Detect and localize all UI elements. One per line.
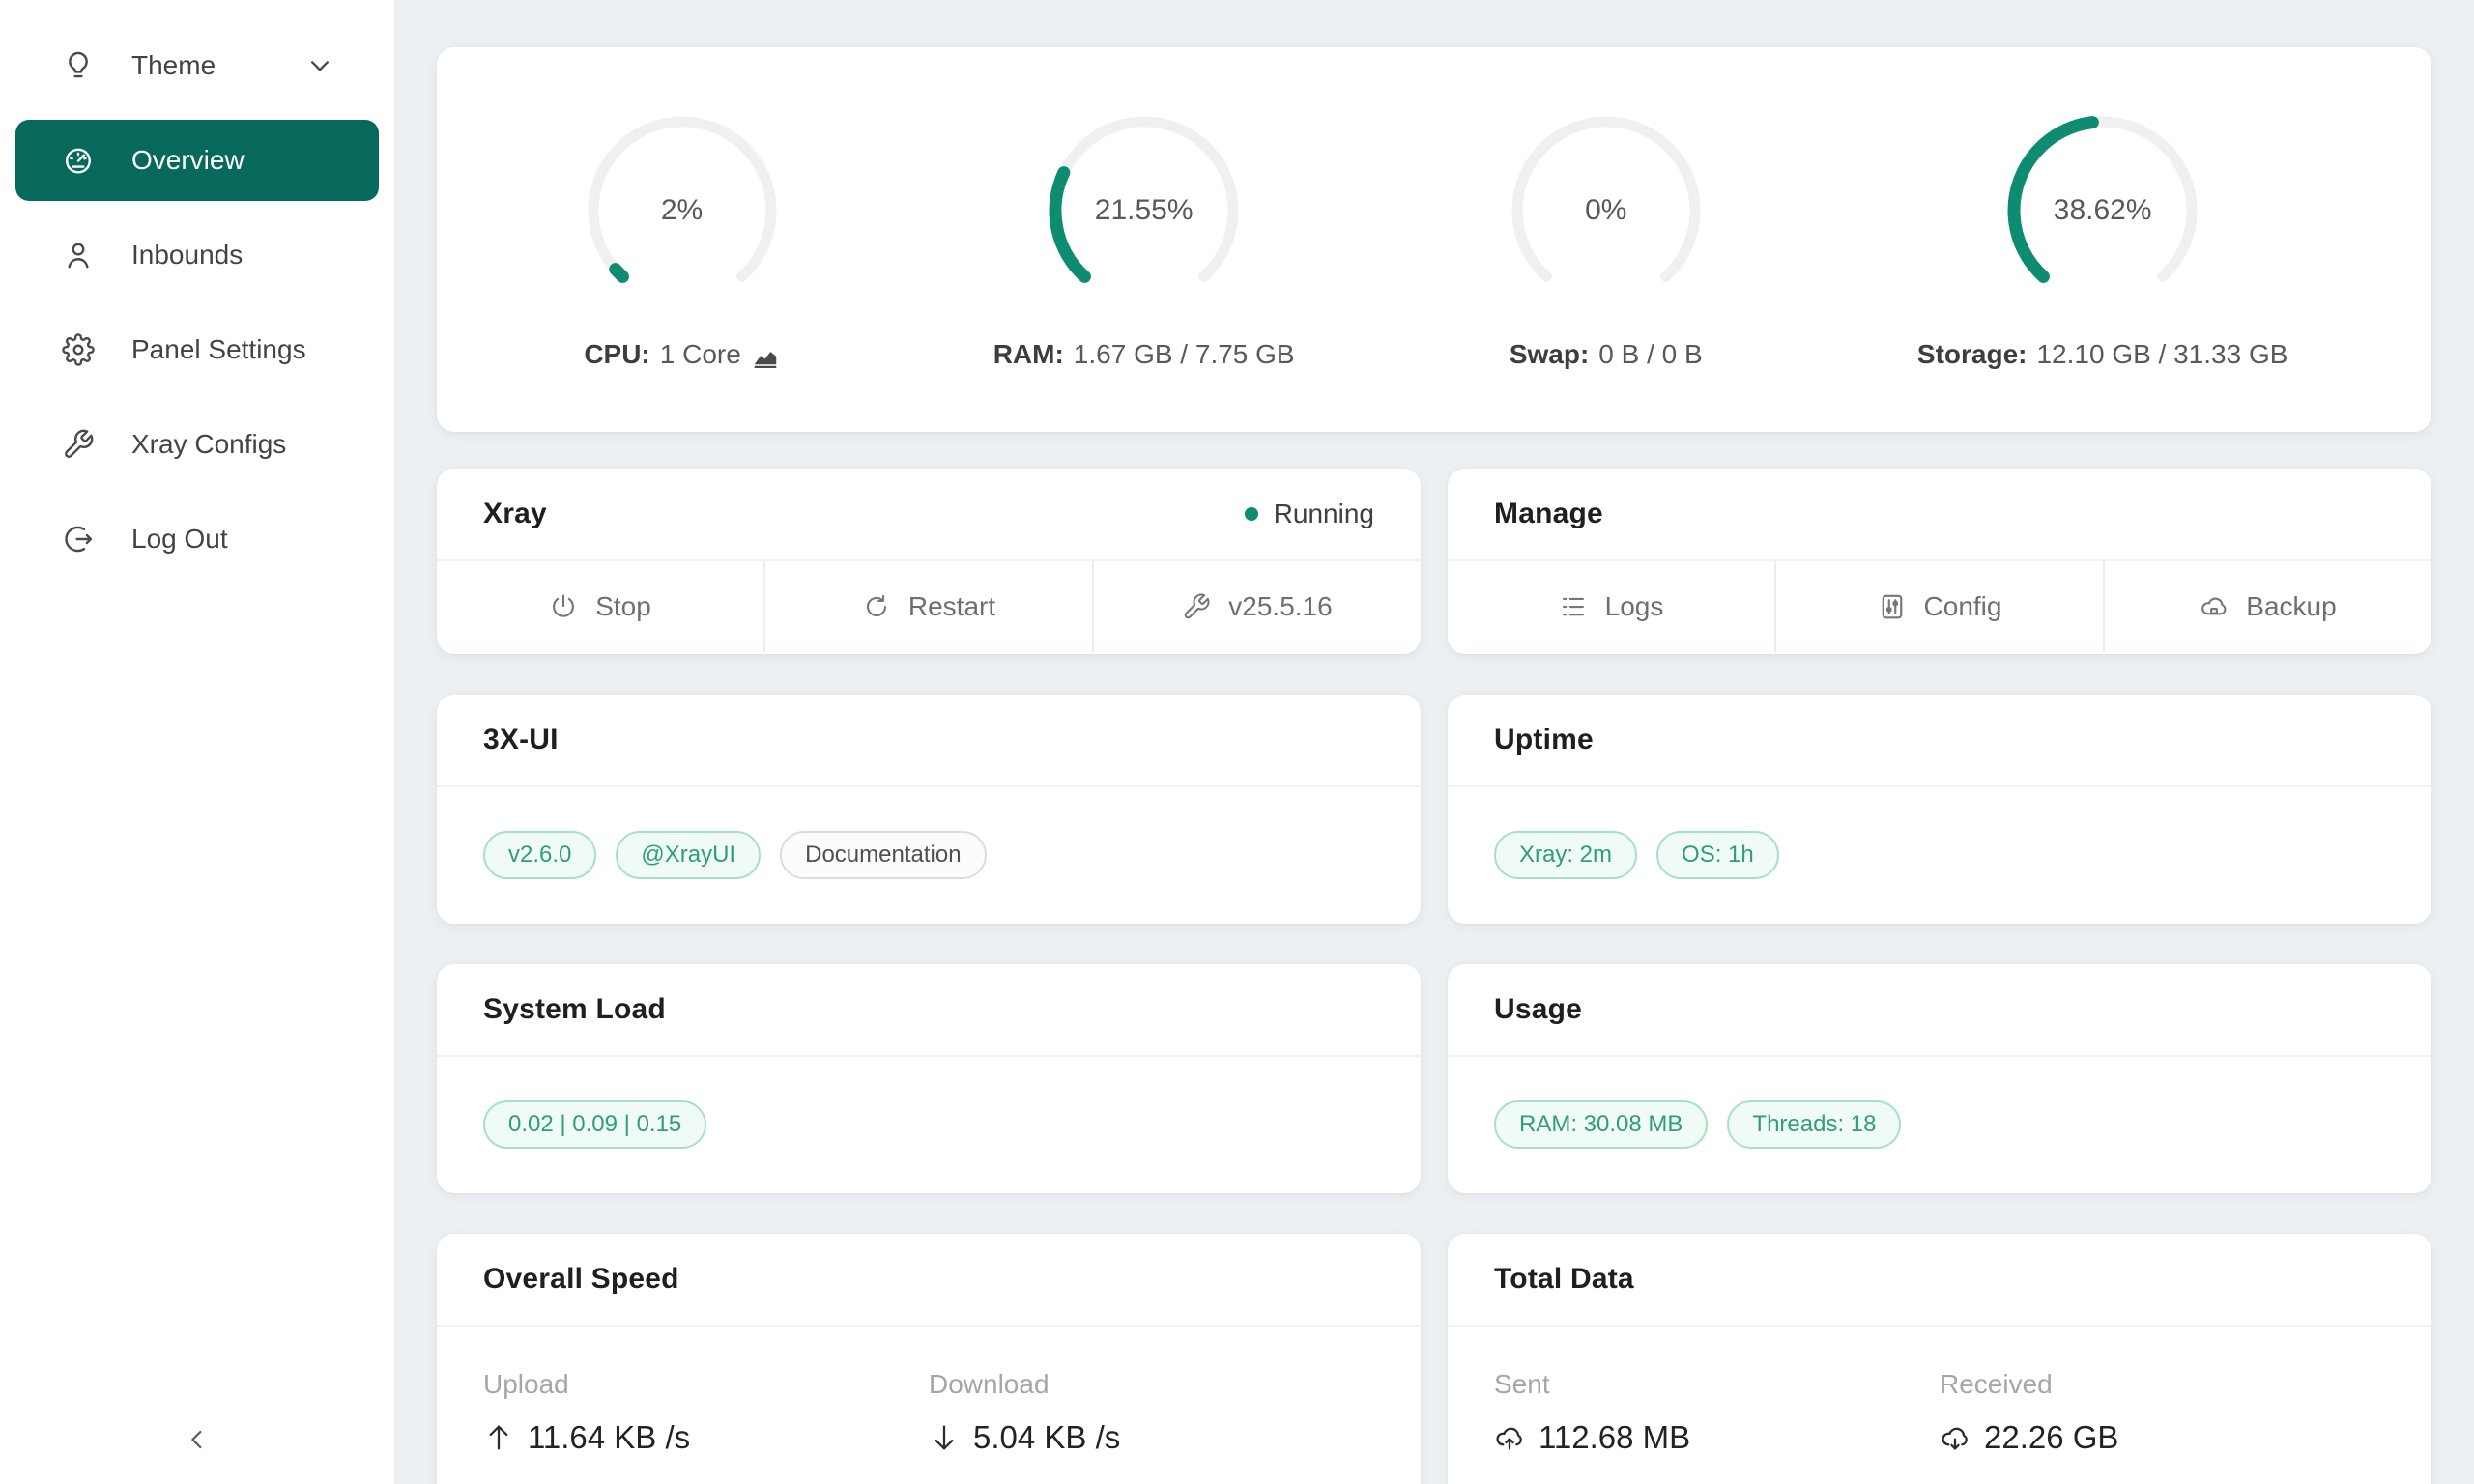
swap-percent: 0% — [1505, 109, 1708, 312]
sent-value: 112.68 MB — [1539, 1419, 1690, 1456]
overall-speed-card-title: Overall Speed — [483, 1263, 679, 1296]
manage-card: Manage Logs Config — [1448, 469, 2431, 654]
download-label: Download — [929, 1369, 1374, 1400]
manage-card-title: Manage — [1494, 498, 1603, 530]
sidebar-item-xray-configs[interactable]: Xray Configs — [15, 404, 379, 485]
uptime-card: Uptime Xray: 2m OS: 1h — [1448, 695, 2431, 924]
restart-icon — [862, 592, 891, 621]
ram-gauge: 21.55% RAM: 1.67 GB / 7.75 GB — [993, 109, 1295, 370]
cpu-percent: 2% — [581, 109, 784, 312]
sidebar-item-inbounds[interactable]: Inbounds — [15, 214, 379, 296]
system-stats-card: 2% CPU: 1 Core 21.55% RAM: — [437, 47, 2431, 432]
power-icon — [549, 592, 578, 621]
sliders-icon — [1878, 592, 1907, 621]
telegram-tag[interactable]: @XrayUI — [616, 831, 761, 879]
backup-button[interactable]: Backup — [2103, 561, 2431, 652]
lightbulb-icon — [62, 49, 95, 82]
xui-card-title: 3X-UI — [483, 724, 559, 756]
sent-stat: Sent 112.68 MB — [1494, 1369, 1940, 1456]
storage-caption: Storage: 12.10 GB / 31.33 GB — [1917, 339, 2288, 370]
dashboard-gauge-icon — [62, 144, 95, 177]
xray-card: Xray Running Stop Restart — [437, 469, 1421, 654]
cloud-download-icon — [1940, 1422, 1971, 1453]
sidebar-item-theme[interactable]: Theme — [15, 25, 379, 106]
sidebar-item-label: Inbounds — [131, 240, 243, 271]
ram-caption: RAM: 1.67 GB / 7.75 GB — [993, 339, 1295, 370]
user-icon — [62, 239, 95, 271]
swap-caption: Swap: 0 B / 0 B — [1510, 339, 1703, 370]
overall-speed-card: Overall Speed Upload 11.64 KB /s Downloa… — [437, 1234, 1421, 1484]
os-uptime-badge: OS: 1h — [1656, 831, 1779, 879]
cpu-gauge: 2% CPU: 1 Core — [581, 109, 784, 370]
xray-restart-button[interactable]: Restart — [763, 561, 1092, 652]
chevron-down-icon — [303, 49, 336, 82]
sidebar-item-log-out[interactable]: Log Out — [15, 499, 379, 580]
xui-card: 3X-UI v2.6.0 @XrayUI Documentation — [437, 695, 1421, 924]
sidebar-item-label: Theme — [131, 50, 216, 81]
sidebar-item-panel-settings[interactable]: Panel Settings — [15, 309, 379, 390]
received-label: Received — [1940, 1369, 2385, 1400]
sidebar-item-label: Panel Settings — [131, 334, 306, 365]
chevron-left-icon — [182, 1424, 213, 1455]
sent-label: Sent — [1494, 1369, 1940, 1400]
total-data-card: Total Data Sent 112.68 MB Received — [1448, 1234, 2431, 1484]
logout-icon — [62, 523, 95, 556]
download-speed-stat: Download 5.04 KB /s — [929, 1369, 1374, 1456]
total-data-card-title: Total Data — [1494, 1263, 1634, 1296]
upload-label: Upload — [483, 1369, 929, 1400]
sidebar-item-label: Overview — [131, 145, 245, 176]
uptime-card-title: Uptime — [1494, 724, 1594, 756]
logs-button[interactable]: Logs — [1448, 561, 1774, 652]
sidebar-collapse-button[interactable] — [0, 1424, 394, 1455]
wrench-icon — [62, 428, 95, 461]
main-content: 2% CPU: 1 Core 21.55% RAM: — [394, 0, 2474, 1484]
arrow-up-icon — [483, 1422, 514, 1453]
running-dot-icon — [1245, 507, 1258, 521]
threads-badge: Threads: 18 — [1727, 1100, 1901, 1149]
area-chart-icon[interactable] — [751, 342, 780, 371]
cloud-backup-icon — [2200, 592, 2229, 621]
list-icon — [1559, 592, 1588, 621]
download-value: 5.04 KB /s — [973, 1419, 1120, 1456]
cards-grid: Xray Running Stop Restart — [437, 469, 2431, 1484]
config-button[interactable]: Config — [1774, 561, 2103, 652]
version-tag[interactable]: v2.6.0 — [483, 831, 596, 879]
storage-gauge: 38.62% Storage: 12.10 GB / 31.33 GB — [1917, 109, 2288, 370]
cpu-caption: CPU: 1 Core — [584, 339, 780, 370]
upload-value: 11.64 KB /s — [528, 1419, 690, 1456]
xray-uptime-badge: Xray: 2m — [1494, 831, 1637, 879]
wrench-icon — [1182, 592, 1211, 621]
xray-stop-button[interactable]: Stop — [437, 561, 763, 652]
usage-card: Usage RAM: 30.08 MB Threads: 18 — [1448, 964, 2431, 1193]
ram-usage-badge: RAM: 30.08 MB — [1494, 1100, 1708, 1149]
xray-card-title: Xray — [483, 498, 547, 530]
gear-icon — [62, 333, 95, 366]
received-stat: Received 22.26 GB — [1940, 1369, 2385, 1456]
arrow-down-icon — [929, 1422, 960, 1453]
sidebar-item-label: Log Out — [131, 524, 228, 555]
sidebar: Theme Overview Inbounds — [0, 0, 394, 1484]
xray-version-button[interactable]: v25.5.16 — [1092, 561, 1421, 652]
usage-card-title: Usage — [1494, 993, 1582, 1026]
xray-status: Running — [1245, 499, 1374, 529]
storage-percent: 38.62% — [2001, 109, 2204, 312]
cloud-upload-icon — [1494, 1422, 1525, 1453]
received-value: 22.26 GB — [1984, 1419, 2118, 1456]
ram-percent: 21.55% — [1043, 109, 1246, 312]
documentation-tag[interactable]: Documentation — [780, 831, 986, 879]
system-load-card: System Load 0.02 | 0.09 | 0.15 — [437, 964, 1421, 1193]
xray-status-label: Running — [1274, 499, 1374, 529]
upload-speed-stat: Upload 11.64 KB /s — [483, 1369, 929, 1456]
sidebar-item-overview[interactable]: Overview — [15, 120, 379, 201]
system-load-card-title: System Load — [483, 993, 666, 1026]
sidebar-nav: Theme Overview Inbounds — [0, 0, 394, 580]
load-average-badge: 0.02 | 0.09 | 0.15 — [483, 1100, 706, 1149]
sidebar-item-label: Xray Configs — [131, 429, 286, 460]
swap-gauge: 0% Swap: 0 B / 0 B — [1505, 109, 1708, 370]
